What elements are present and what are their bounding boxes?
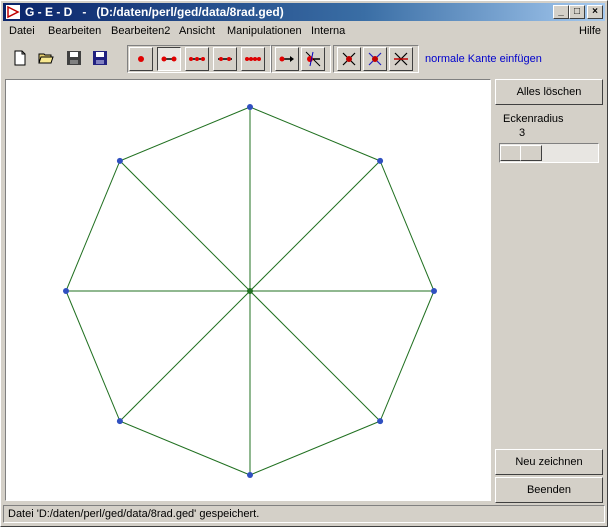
graph-drawing[interactable] [6,80,490,500]
menu-ansicht[interactable]: Ansicht [179,25,215,37]
slider-thumb-right[interactable] [520,145,542,161]
multi-edge-tool-button[interactable] [185,47,209,71]
window-title: G - E - D - (D:/daten/perl/ged/data/8rad… [25,5,284,19]
edge-vertex-tool-button[interactable] [213,47,237,71]
menu-interna[interactable]: Interna [311,25,345,37]
radius-slider[interactable] [499,143,599,163]
delete-vertex-alt-icon [368,52,382,66]
delete-edge-tool-button[interactable] [389,47,413,71]
redraw-button[interactable]: Neu zeichnen [495,449,603,475]
graph-vertex[interactable] [377,418,384,425]
radius-value: 3 [519,127,526,139]
open-folder-icon [38,53,54,64]
save-as-disk-icon [93,51,107,65]
rim-edge[interactable] [379,160,435,292]
path-tool-button[interactable] [241,47,265,71]
app-icon [6,5,20,19]
minimize-icon: _ [558,6,564,17]
save-disk-icon [67,51,81,65]
graph-vertex[interactable] [63,288,69,294]
spoke-edge[interactable] [249,160,381,292]
menu-bearbeiten2[interactable]: Bearbeiten2 [111,25,170,37]
status-bar: Datei 'D:/daten/perl/ged/data/8rad.ged' … [3,505,605,523]
graph-vertex[interactable] [247,472,253,478]
graph-canvas[interactable] [5,79,491,501]
menu-datei[interactable]: Datei [9,25,35,37]
directed-edge-tool-button[interactable] [275,47,299,71]
rim-edge[interactable] [379,290,435,422]
path-icon [245,57,261,61]
graph-vertex[interactable] [116,157,123,164]
spoke-edge[interactable] [119,160,251,292]
slider-thumb[interactable] [500,145,522,161]
graph-vertex[interactable] [247,104,253,110]
status-text: Datei 'D:/daten/perl/ged/data/8rad.ged' … [8,508,260,520]
graph-vertex[interactable] [116,418,123,425]
menu-bearbeiten[interactable]: Bearbeiten [48,25,101,37]
mode-indicator: normale Kante einfügen [425,53,542,65]
vertex-tool-button[interactable] [129,47,153,71]
menu-bar: Datei Bearbeiten Bearbeiten2 Ansicht Man… [3,23,605,41]
menu-hilfe[interactable]: Hilfe [579,25,601,37]
title-bar[interactable]: G - E - D - (D:/daten/perl/ged/data/8rad… [3,3,605,21]
delete-vertex-alt-tool-button[interactable] [363,47,387,71]
new-file-button[interactable] [9,47,33,71]
delete-vertex-icon [342,52,356,66]
rim-edge[interactable] [65,160,121,292]
rim-edge[interactable] [119,420,251,476]
rim-edge[interactable] [65,290,121,422]
maximize-button[interactable]: □ [569,5,585,19]
quit-button[interactable]: Beenden [495,477,603,503]
delete-vertex-tool-button[interactable] [337,47,361,71]
rim-edge[interactable] [249,420,381,476]
delete-edge-icon [394,52,408,66]
save-as-button[interactable] [89,47,113,71]
open-file-button[interactable] [35,47,59,71]
menu-manipulationen[interactable]: Manipulationen [227,25,302,37]
move-vertex-icon [305,51,321,67]
minimize-button[interactable]: _ [553,5,569,19]
new-file-icon [14,50,26,66]
side-panel: Alles löschen Eckenradius 3 Neu zeichnen… [493,79,605,503]
main-window: G - E - D - (D:/daten/perl/ged/data/8rad… [0,0,608,527]
vertex-icon [138,56,144,62]
spoke-edge[interactable] [249,290,381,422]
close-icon: × [592,6,598,17]
rim-edge[interactable] [119,106,251,162]
multi-edge-icon [189,57,205,61]
clear-all-button[interactable]: Alles löschen [495,79,603,105]
graph-center-vertex[interactable] [247,288,253,294]
graph-vertex[interactable] [431,288,437,294]
edge-icon [161,56,177,62]
edge-vertex-icon [218,57,232,61]
maximize-icon: □ [573,6,581,17]
spoke-edge[interactable] [119,290,251,422]
move-vertex-tool-button[interactable] [301,47,325,71]
directed-edge-icon [279,56,294,62]
radius-label: Eckenradius [503,113,564,125]
close-button[interactable]: × [587,5,603,19]
edge-tool-button[interactable] [157,47,181,71]
save-button[interactable] [63,47,87,71]
graph-vertex[interactable] [377,157,384,164]
rim-edge[interactable] [249,106,381,162]
